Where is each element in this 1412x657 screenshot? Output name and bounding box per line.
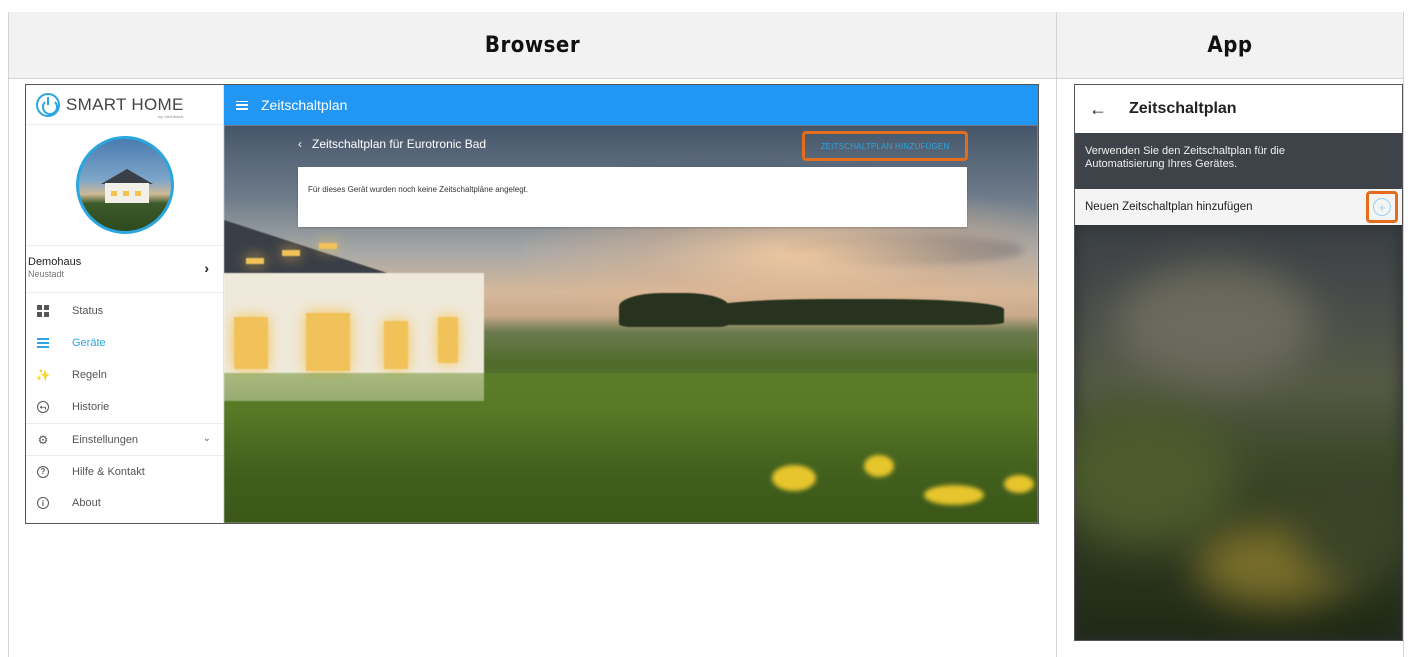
top-app-bar: Zeitschaltplan <box>224 85 1038 125</box>
sidebar-item-label: Einstellungen <box>72 433 139 446</box>
app-description-line-1: Verwenden Sie den Zeitschaltplan für die <box>1085 145 1285 157</box>
table-border-middle <box>1056 12 1057 657</box>
table-border-header <box>8 78 1404 79</box>
browser-screenshot: SMART HOME by hornbach Demohaus Neustadt… <box>25 84 1039 524</box>
logo[interactable]: SMART HOME by hornbach <box>26 85 223 125</box>
sidebar-item-label: About <box>72 497 101 509</box>
add-schedule-row[interactable]: Neuen Zeitschaltplan hinzufügen + <box>1075 189 1402 225</box>
app-background-photo <box>1075 225 1402 640</box>
sidebar-item-label: Historie <box>72 401 110 413</box>
dashboard-icon <box>36 304 50 318</box>
sidebar-item-about[interactable]: i About <box>26 487 223 519</box>
add-schedule-label: Neuen Zeitschaltplan hinzufügen <box>1085 201 1253 213</box>
browser-column-header-label: Browser <box>484 32 581 58</box>
back-chevron-icon[interactable]: ‹ <box>298 137 302 151</box>
empty-state-card: Für dieses Gerät wurden noch keine Zeits… <box>298 167 967 227</box>
chevron-down-icon: ⌄ <box>202 433 211 444</box>
hamburger-menu-icon[interactable] <box>236 100 248 110</box>
sidebar-item-label: Hilfe & Kontakt <box>72 465 145 478</box>
table-border-left <box>8 12 9 657</box>
logo-subtitle: by hornbach <box>158 113 184 119</box>
sidebar-item-regeln[interactable]: ✨ Regeln <box>26 359 223 391</box>
page-title: Zeitschaltplan <box>261 97 348 113</box>
browser-column-header: Browser <box>9 12 1056 78</box>
schedule-device-title: Zeitschaltplan für Eurotronic Bad <box>312 137 487 151</box>
app-screenshot: ← Zeitschaltplan Verwenden Sie den Zeits… <box>1074 84 1403 641</box>
add-schedule-button[interactable]: ZEITSCHALTPLAN HINZUFÜGEN <box>802 131 968 161</box>
app-top-bar: ← Zeitschaltplan <box>1075 85 1402 133</box>
sidebar-item-historie[interactable]: ⮢ Historie <box>26 391 223 423</box>
sidebar-item-label: Regeln <box>72 369 107 381</box>
sidebar: SMART HOME by hornbach Demohaus Neustadt… <box>26 85 224 523</box>
app-column-header-label: App <box>1207 32 1253 58</box>
home-avatar-area <box>26 125 223 245</box>
sidebar-item-einstellungen[interactable]: ⚙ Einstellungen ⌄ <box>26 423 223 455</box>
back-arrow-icon[interactable]: ← <box>1089 99 1107 120</box>
devices-list-icon <box>36 336 50 350</box>
home-location: Neustadt <box>28 269 65 279</box>
power-logo-icon <box>36 92 60 117</box>
logo-title: SMART HOME <box>66 94 184 114</box>
subtitle-bar: ‹ Zeitschaltplan für Eurotronic Bad <box>298 137 486 151</box>
home-avatar[interactable] <box>75 136 174 234</box>
help-icon: ? <box>36 465 50 479</box>
table-border-right <box>1403 12 1404 657</box>
sidebar-item-hilfe[interactable]: ? Hilfe & Kontakt <box>26 455 223 487</box>
logo-text: SMART HOME by hornbach <box>66 94 184 119</box>
history-icon: ⮢ <box>36 400 50 414</box>
app-description: Verwenden Sie den Zeitschaltplan für die… <box>1075 133 1402 189</box>
plus-circle-icon: + <box>1373 198 1391 216</box>
info-icon: i <box>36 496 50 510</box>
app-column-header: App <box>1057 12 1403 78</box>
empty-state-message: Für dieses Gerät wurden noch keine Zeits… <box>308 185 529 194</box>
gear-icon: ⚙ <box>37 432 49 447</box>
add-schedule-button-label: ZEITSCHALTPLAN HINZUFÜGEN <box>820 141 950 151</box>
home-name: Demohaus <box>28 256 82 268</box>
sidebar-item-geraete[interactable]: Geräte <box>26 327 223 359</box>
add-schedule-highlight[interactable]: + <box>1366 191 1398 223</box>
app-page-title: Zeitschaltplan <box>1129 100 1237 117</box>
sidebar-item-label: Geräte <box>72 337 106 349</box>
main-content: Zeitschaltplan ‹ Zeitschaltplan für Euro… <box>224 85 1038 523</box>
sidebar-item-label: Status <box>72 305 104 317</box>
app-description-line-2: Automatisierung Ihres Gerätes. <box>1085 158 1238 170</box>
chevron-right-icon: › <box>204 260 209 276</box>
sidebar-item-status[interactable]: Status <box>26 295 223 327</box>
home-selector[interactable]: Demohaus Neustadt › <box>26 245 223 293</box>
magic-wand-icon: ✨ <box>35 368 51 382</box>
